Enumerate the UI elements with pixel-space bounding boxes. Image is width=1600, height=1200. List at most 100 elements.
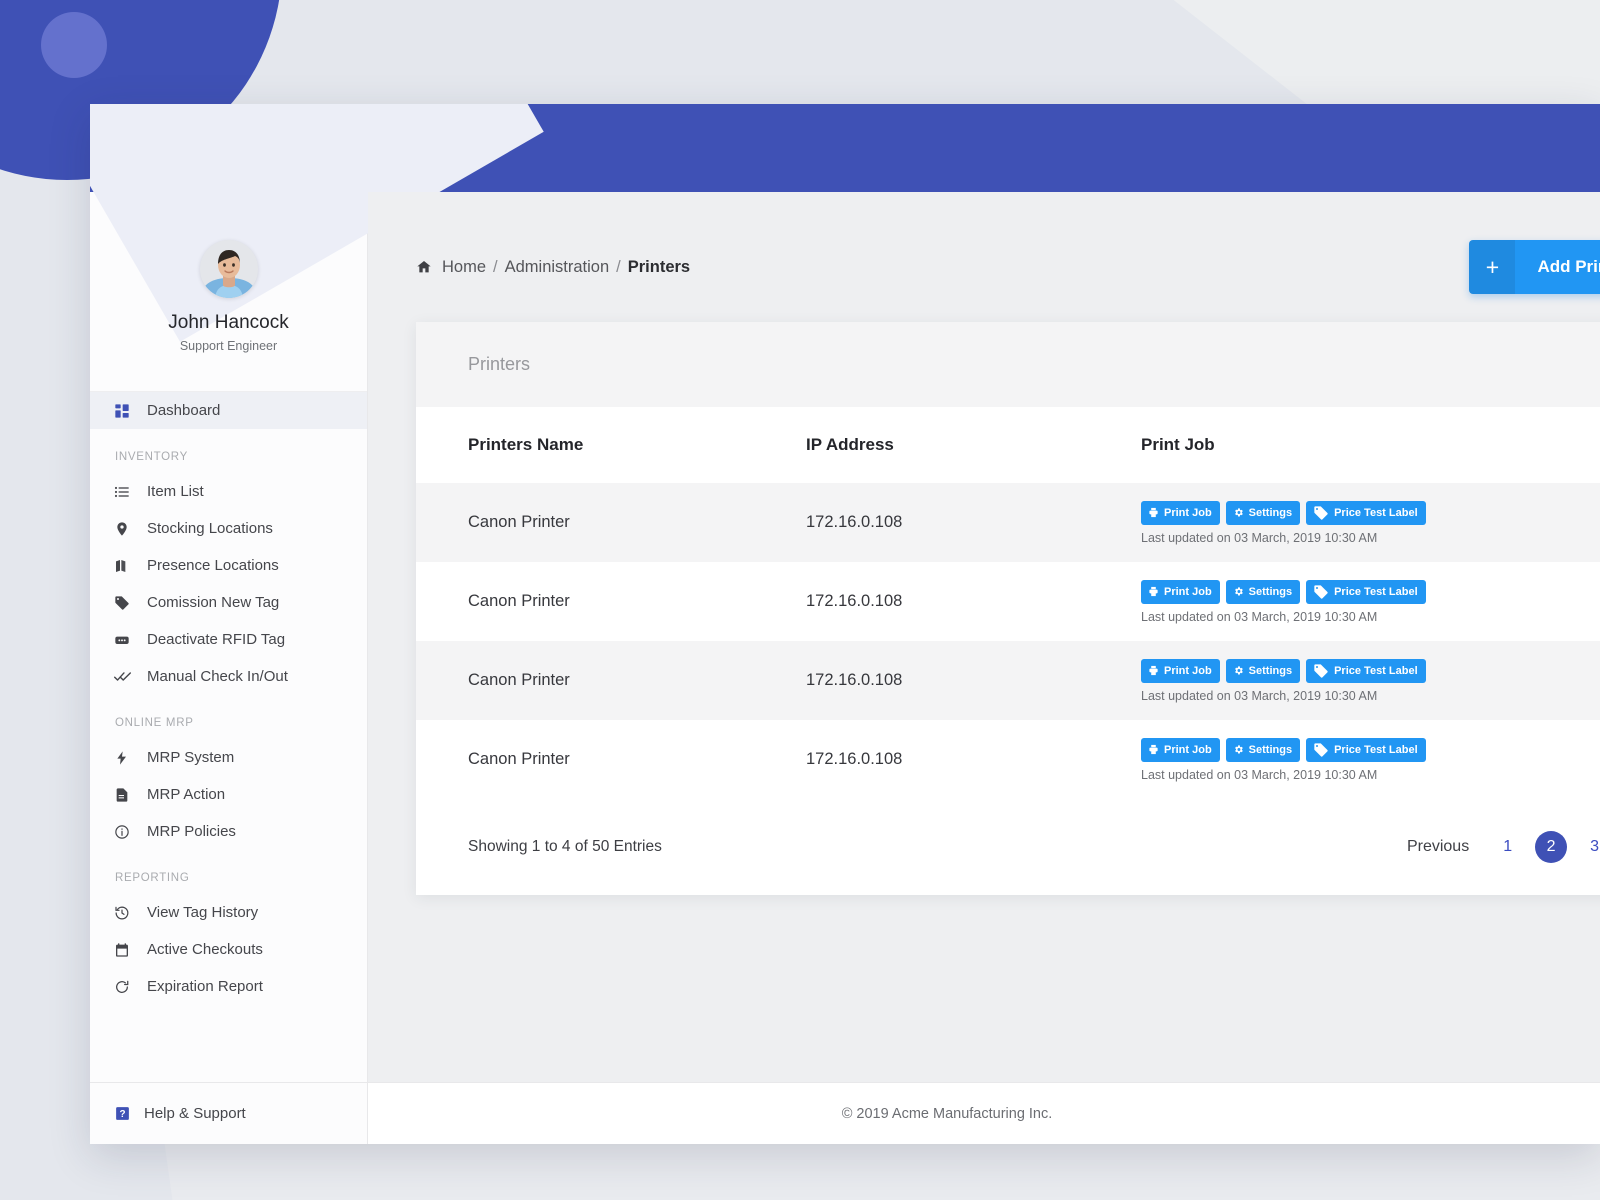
sidebar-item-dashboard[interactable]: Dashboard xyxy=(90,392,367,429)
gear-icon xyxy=(1233,507,1244,518)
badge-print-job[interactable]: Print Job xyxy=(1141,658,1220,683)
pagination-page-1[interactable]: 1 xyxy=(1486,831,1529,863)
badge-label: Print Job xyxy=(1164,506,1212,519)
badge-settings[interactable]: Settings xyxy=(1225,579,1301,604)
table-header-row: Printers Name IP Address Print Job xyxy=(416,407,1600,483)
cell-printer-name: Canon Printer xyxy=(468,513,570,531)
badge-price-test-label[interactable]: Price Test Label xyxy=(1306,658,1426,683)
pagination-previous[interactable]: Previous xyxy=(1390,831,1486,863)
tag-icon xyxy=(1313,505,1329,521)
printer-icon xyxy=(1148,507,1159,518)
sidebar-item-mrp-policies-label: MRP Policies xyxy=(147,823,236,840)
app-window: Acme Manufacturing Inc John Hancock Supp… xyxy=(90,104,1600,1144)
last-updated-label: Last updated on 03 March, 2019 10:30 AM xyxy=(1141,688,1378,703)
table-row: Canon Printer 172.16.0.108 Print Job Settin… xyxy=(416,483,1600,562)
sidebar-group-title-online-mrp: ONLINE MRP xyxy=(115,717,194,729)
add-printer-button-label: Add Printer xyxy=(1515,240,1600,294)
sidebar-item-deactivate-rfid-tag-label: Deactivate RFID Tag xyxy=(147,631,286,648)
sidebar-item-presence-locations[interactable]: Presence Locations xyxy=(90,547,367,584)
breadcrumb-item-administration[interactable]: Administration xyxy=(505,258,610,277)
history-clock-icon xyxy=(114,905,144,921)
sidebar-item-mrp-policies[interactable]: MRP Policies xyxy=(90,813,367,850)
profile-role: Support Engineer xyxy=(179,339,278,353)
cell-printer-name: Canon Printer xyxy=(468,750,570,768)
sidebar-group-title-inventory: INVENTORY xyxy=(115,451,188,463)
pagination-page-2[interactable]: 2 xyxy=(1535,831,1568,863)
breadcrumb-item-home[interactable]: Home xyxy=(442,258,486,277)
printer-icon xyxy=(1148,744,1159,755)
sidebar-item-expiration-report[interactable]: Expiration Report xyxy=(90,968,367,1005)
badge-label: Print Job xyxy=(1164,585,1212,598)
sidebar-item-mrp-action[interactable]: MRP Action xyxy=(90,776,367,813)
add-printer-button[interactable]: + Add Printer xyxy=(1469,240,1600,294)
table-row: Canon Printer 172.16.0.108 Print Job Settin… xyxy=(416,720,1600,799)
gear-icon xyxy=(1233,744,1244,755)
map-icon xyxy=(114,558,144,574)
sidebar-item-dashboard-label: Dashboard xyxy=(147,402,221,419)
badge-settings[interactable]: Settings xyxy=(1225,500,1301,525)
sidebar-item-deactivate-rfid-tag[interactable]: Deactivate RFID Tag xyxy=(90,621,367,658)
sidebar-item-mrp-system-label: MRP System xyxy=(147,749,235,766)
footer: © 2019 Acme Manufacturing Inc. xyxy=(368,1082,1600,1144)
printer-icon xyxy=(1148,665,1159,676)
badge-label: Print Job xyxy=(1164,664,1212,677)
background-small-circle xyxy=(41,12,107,78)
bolt-icon xyxy=(114,750,144,766)
sidebar-nav: Dashboard INVENTORY Item List Stocking Loca… xyxy=(90,392,367,1082)
last-updated-label: Last updated on 03 March, 2019 10:30 AM xyxy=(1141,609,1378,624)
badge-print-job[interactable]: Print Job xyxy=(1141,500,1220,525)
last-updated-label: Last updated on 03 March, 2019 10:30 AM xyxy=(1141,767,1378,782)
sidebar-item-stocking-locations[interactable]: Stocking Locations xyxy=(90,510,367,547)
badge-print-job[interactable]: Print Job xyxy=(1141,737,1220,762)
map-pin-icon xyxy=(114,521,144,537)
badge-price-test-label[interactable]: Price Test Label xyxy=(1306,500,1426,525)
list-icon xyxy=(114,484,144,500)
printers-table: Printers Name IP Address Print Job Canon… xyxy=(416,407,1600,799)
main-scroll-area: Home / Administration / Printers + Add P… xyxy=(368,192,1600,1082)
badge-label: Settings xyxy=(1248,506,1293,519)
footer-copyright: © 2019 Acme Manufacturing Inc. xyxy=(841,1105,1053,1122)
column-header-ip-address: IP Address xyxy=(806,407,1141,483)
sidebar-profile: John Hancock Support Engineer xyxy=(90,192,367,392)
sidebar-item-manual-check-in-out-label: Manual Check In/Out xyxy=(147,668,288,685)
badge-label: Print Job xyxy=(1164,743,1212,756)
badge-label: Price Test Label xyxy=(1334,506,1418,519)
sidebar-item-expiration-report-label: Expiration Report xyxy=(147,978,263,995)
sidebar-item-view-tag-history[interactable]: View Tag History xyxy=(90,894,367,931)
sidebar: John Hancock Support Engineer Dashboard I… xyxy=(90,104,544,1144)
badge-price-test-label[interactable]: Price Test Label xyxy=(1306,737,1426,762)
sidebar-item-presence-locations-label: Presence Locations xyxy=(147,557,279,574)
badge-price-test-label[interactable]: Price Test Label xyxy=(1306,579,1426,604)
column-header-printers-name: Printers Name xyxy=(416,407,806,483)
cell-ip-address: 172.16.0.108 xyxy=(806,592,903,610)
app-brand-title: Acme Manufacturing Inc xyxy=(120,132,438,163)
cell-ip-address: 172.16.0.108 xyxy=(806,750,903,768)
badge-label: Price Test Label xyxy=(1334,664,1418,677)
rfid-chip-icon xyxy=(114,632,144,648)
badge-group: Print Job Settings Price Test Label xyxy=(1141,737,1600,762)
badge-print-job[interactable]: Print Job xyxy=(1141,579,1220,604)
cell-printer-name: Canon Printer xyxy=(468,671,570,689)
sidebar-item-comission-new-tag[interactable]: Comission New Tag xyxy=(90,584,367,621)
badge-label: Price Test Label xyxy=(1334,585,1418,598)
sidebar-item-active-checkouts[interactable]: Active Checkouts xyxy=(90,931,367,968)
top-header-bar: Acme Manufacturing Inc xyxy=(90,104,1600,192)
cell-print-job: Print Job Settings Price Test Label Last up… xyxy=(1141,483,1600,562)
badge-settings[interactable]: Settings xyxy=(1225,658,1301,683)
pagination-page-3[interactable]: 3 xyxy=(1573,831,1600,863)
sidebar-item-manual-check-in-out[interactable]: Manual Check In/Out xyxy=(90,658,367,695)
printers-table-body: Canon Printer 172.16.0.108 Print Job Settin… xyxy=(416,483,1600,799)
sidebar-item-help-support-label: Help & Support xyxy=(144,1105,246,1122)
tag-icon xyxy=(1313,584,1329,600)
sidebar-item-item-list[interactable]: Item List xyxy=(90,473,367,510)
badge-settings[interactable]: Settings xyxy=(1225,737,1301,762)
home-icon[interactable] xyxy=(416,259,432,275)
info-circle-icon xyxy=(114,824,144,840)
sidebar-item-help-support[interactable]: ? Help & Support xyxy=(90,1082,367,1144)
sidebar-item-mrp-system[interactable]: MRP System xyxy=(90,739,367,776)
sidebar-item-active-checkouts-label: Active Checkouts xyxy=(147,941,263,958)
sidebar-item-item-list-label: Item List xyxy=(147,483,204,500)
cell-print-job: Print Job Settings Price Test Label Last up… xyxy=(1141,720,1600,799)
breadcrumb: Home / Administration / Printers xyxy=(416,258,690,277)
cell-print-job: Print Job Settings Price Test Label Last up… xyxy=(1141,641,1600,720)
